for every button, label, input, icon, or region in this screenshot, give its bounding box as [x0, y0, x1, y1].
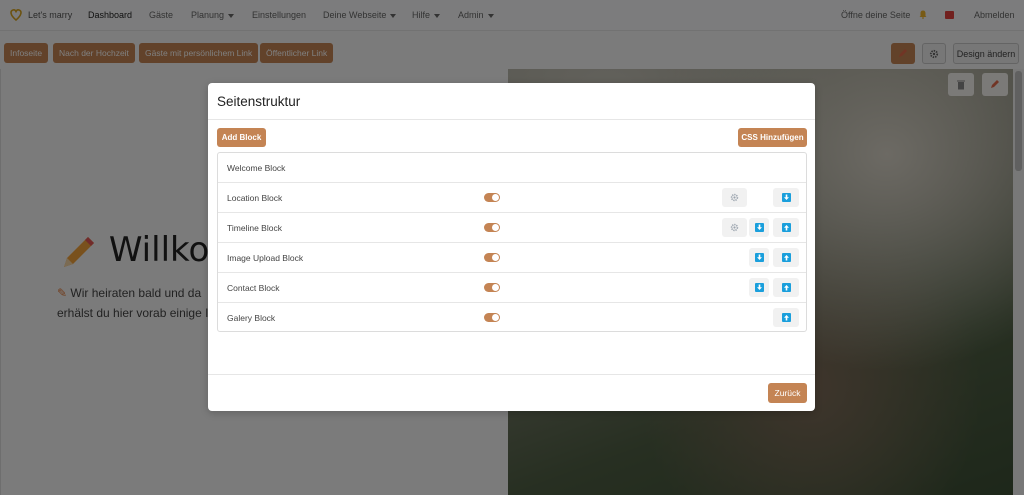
block-settings-button[interactable]	[722, 218, 747, 237]
gear-icon	[730, 193, 739, 202]
move-down-button[interactable]	[749, 218, 769, 237]
arrow-down-icon	[754, 223, 764, 232]
block-list: Welcome Block Location Block Timeline Bl…	[217, 152, 807, 332]
block-label: Image Upload Block	[227, 253, 304, 263]
block-label: Contact Block	[227, 283, 280, 293]
arrow-down-icon	[754, 253, 764, 262]
block-row-image-upload: Image Upload Block	[218, 243, 806, 273]
move-up-button[interactable]	[773, 248, 799, 267]
add-css-button[interactable]: CSS Hinzufügen	[738, 128, 807, 147]
block-visibility-toggle[interactable]	[484, 193, 500, 202]
page-structure-modal: Seitenstruktur Add Block CSS Hinzufügen …	[208, 83, 815, 411]
block-label: Location Block	[227, 193, 283, 203]
arrow-up-icon	[781, 223, 791, 232]
block-label: Welcome Block	[227, 163, 286, 173]
back-button[interactable]: Zurück	[768, 383, 807, 403]
block-visibility-toggle[interactable]	[484, 313, 500, 322]
move-down-button[interactable]	[749, 278, 769, 297]
arrow-down-icon	[754, 283, 764, 292]
block-label: Galery Block	[227, 313, 276, 323]
gear-icon	[730, 223, 739, 232]
block-row-gallery: Galery Block	[218, 303, 806, 333]
block-row-timeline: Timeline Block	[218, 213, 806, 243]
move-down-button[interactable]	[773, 188, 799, 207]
block-row-welcome: Welcome Block	[218, 153, 806, 183]
add-block-button[interactable]: Add Block	[217, 128, 266, 147]
modal-header-divider	[208, 119, 815, 120]
arrow-up-icon	[781, 283, 791, 292]
block-label: Timeline Block	[227, 223, 282, 233]
move-down-button[interactable]	[749, 248, 769, 267]
block-visibility-toggle[interactable]	[484, 223, 500, 232]
modal-title: Seitenstruktur	[217, 94, 301, 109]
arrow-up-icon	[781, 253, 791, 262]
arrow-down-icon	[781, 193, 791, 202]
block-visibility-toggle[interactable]	[484, 283, 500, 292]
modal-footer-divider	[208, 374, 815, 375]
block-row-location: Location Block	[218, 183, 806, 213]
move-up-button[interactable]	[773, 278, 799, 297]
block-row-contact: Contact Block	[218, 273, 806, 303]
move-up-button[interactable]	[773, 308, 799, 327]
move-up-button[interactable]	[773, 218, 799, 237]
block-settings-button[interactable]	[722, 188, 747, 207]
arrow-up-icon	[781, 313, 791, 322]
block-visibility-toggle[interactable]	[484, 253, 500, 262]
